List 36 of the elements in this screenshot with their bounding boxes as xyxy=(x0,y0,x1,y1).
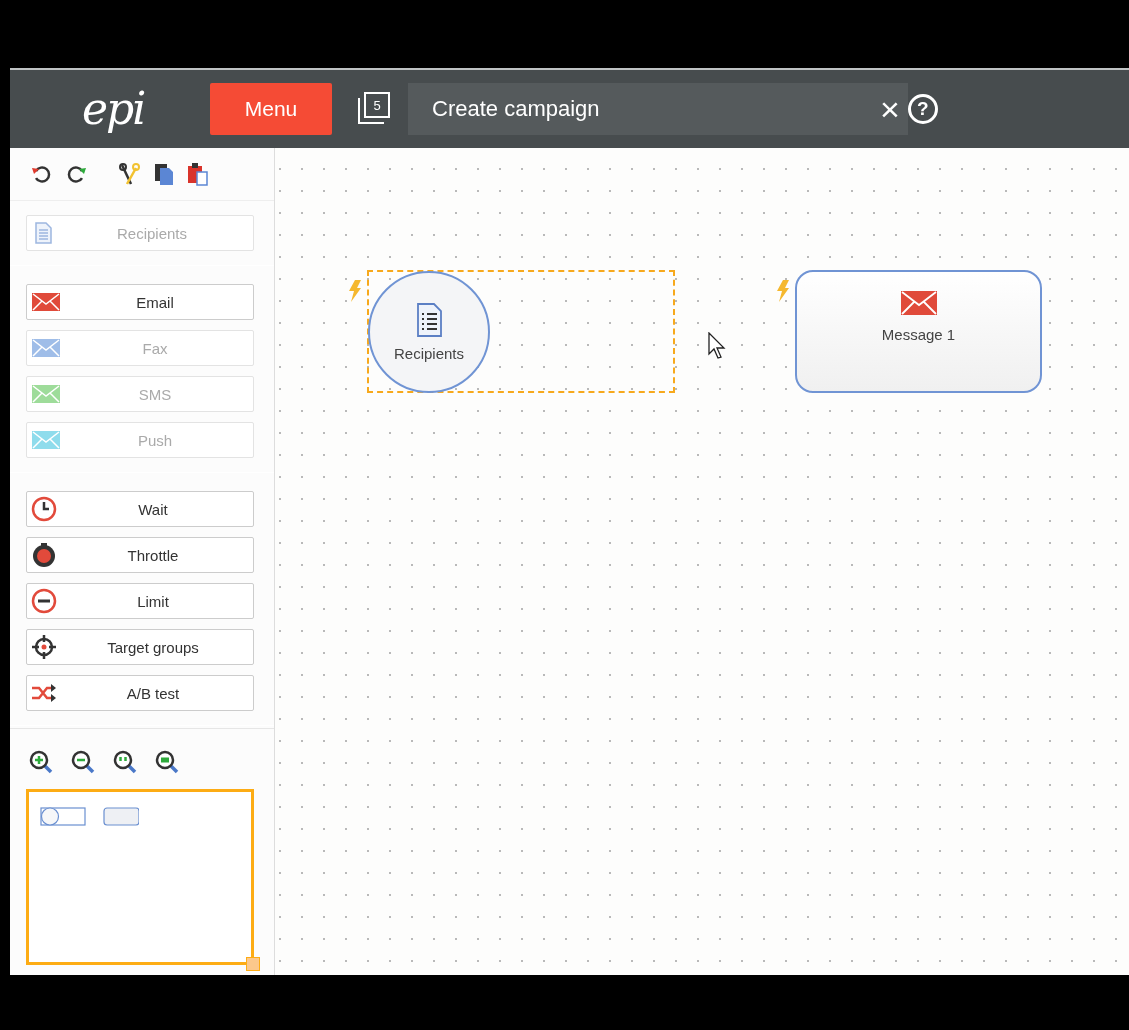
palette-item[interactable]: A/B test xyxy=(26,675,254,711)
logo[interactable]: epi xyxy=(82,87,190,131)
clock-icon xyxy=(31,496,57,522)
palette-item[interactable]: Wait xyxy=(26,491,254,527)
palette-item[interactable]: Limit xyxy=(26,583,254,619)
envelope-icon xyxy=(31,430,61,450)
message-node[interactable]: Message 1 xyxy=(795,270,1042,393)
lightning-icon xyxy=(776,280,790,302)
recipients-node[interactable]: Recipients xyxy=(367,270,675,393)
envelope-icon xyxy=(899,290,938,316)
minus-circle-icon xyxy=(31,588,57,614)
scissors-icon[interactable] xyxy=(118,162,142,186)
zoom-icon[interactable] xyxy=(154,749,180,775)
palette-item[interactable]: Throttle xyxy=(26,537,254,573)
zoom-in-icon[interactable] xyxy=(28,749,54,775)
envelope-icon xyxy=(31,384,61,404)
zoom-icon[interactable] xyxy=(112,749,138,775)
lightning-icon xyxy=(348,280,362,302)
envelope-icon xyxy=(31,292,61,312)
resize-handle[interactable] xyxy=(246,957,260,971)
paste-icon[interactable] xyxy=(186,162,210,186)
list-document-icon xyxy=(416,302,442,337)
crosshair-icon xyxy=(31,634,57,660)
mouse-pointer-icon xyxy=(708,332,728,360)
stopwatch-icon xyxy=(31,542,57,568)
envelope-icon xyxy=(31,338,61,358)
copy-icon[interactable] xyxy=(152,162,176,186)
palette-item[interactable]: Target groups xyxy=(26,629,254,665)
node-label: Recipients xyxy=(393,344,464,362)
palette-item[interactable]: Email xyxy=(26,284,254,320)
shuffle-icon xyxy=(31,683,57,703)
help-button[interactable]: ? xyxy=(907,94,938,124)
zoom-out-icon[interactable] xyxy=(70,749,96,775)
node-label: Message 1 xyxy=(881,326,956,343)
close-button[interactable]: × xyxy=(880,92,900,126)
menu-button[interactable]: Menu xyxy=(210,83,332,135)
